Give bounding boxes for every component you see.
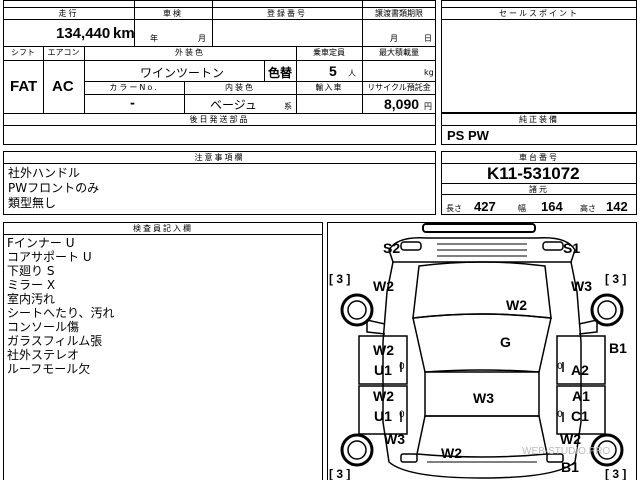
inspector-line: ルーフモール欠 [7, 362, 91, 376]
inspector-line: Fインナー U [7, 236, 75, 250]
color-no-label: カラーNo. [109, 83, 159, 92]
recycle-value: 8,090 [384, 96, 420, 112]
sales-point-label: セールスポイント [499, 9, 579, 18]
inspector-line: コンソール傷 [7, 320, 80, 334]
dims-label: 諸元 [529, 185, 549, 194]
inspector-line: ガラスフィルム張 [7, 334, 103, 348]
interior-color-value: ベージュ [210, 98, 257, 112]
shift-label: シフト [11, 48, 35, 57]
mark-zero: 0 [399, 362, 405, 372]
mileage-label: 走行 [58, 9, 79, 18]
damage-code-w2-rear-right: W2 [560, 431, 581, 447]
transfer-day-unit: 日 [424, 34, 432, 43]
capacity-label: 乗車定員 [313, 48, 345, 57]
exterior-color-value: ワインツートン [140, 66, 225, 80]
recycle-unit: 円 [424, 102, 432, 111]
import-label: 輸入車 [315, 83, 343, 92]
later-docs-label: 後日発送部品 [189, 115, 250, 124]
chassis-label: 車台番号 [519, 153, 559, 162]
damage-code-a2-right: A2 [571, 362, 589, 378]
damage-code-w2-hood: W2 [506, 297, 527, 313]
color-change-value: 色替 [268, 66, 293, 80]
width-label: 幅 [518, 204, 526, 213]
inspector-line: 社外ステレオ [7, 348, 80, 362]
caution-line: PWフロントのみ [8, 181, 100, 195]
caution-line: 社外ハンドル [8, 166, 81, 180]
caution-line: 類型無し [8, 196, 57, 210]
inspector-line: シートへたり、汚れ [7, 306, 115, 320]
width-value: 164 [541, 199, 563, 214]
recycle-label: リサイクル預託金 [367, 83, 431, 92]
length-label: 長さ [446, 204, 462, 213]
color-no-value: - [130, 96, 135, 110]
damage-code-s2: S2 [383, 240, 401, 256]
inspector-line: 室内汚れ [7, 292, 56, 306]
damage-code-u1-left-door1: U1 [374, 362, 392, 378]
damage-code-w3-rear-left: W3 [384, 431, 405, 447]
max-load-unit: kg [424, 68, 434, 77]
interior-color-suffix: 系 [284, 102, 292, 111]
damage-code-b1-right: B1 [609, 340, 627, 356]
damage-code-c1-right: C1 [571, 408, 589, 424]
max-load-label: 最大積載量 [379, 48, 419, 57]
damage-code-w3-front-right: W3 [571, 278, 592, 294]
mark-zero: 0 [557, 362, 563, 372]
mark-zero: 0 [557, 410, 563, 420]
inspector-line: 下廻り S [7, 264, 55, 278]
shift-value: FAT [10, 78, 38, 95]
damage-code-w2-left-door2: W2 [373, 388, 394, 404]
genuine-equipment-label: 純正装備 [519, 115, 559, 124]
inspection-month-unit: 月 [198, 34, 206, 43]
mileage-value: 134,440 [56, 25, 111, 42]
aircon-label: エアコン [47, 48, 80, 57]
aircon-value: AC [52, 78, 74, 95]
capacity-value: 5 [329, 63, 337, 79]
damage-code-w2-bottom: W2 [441, 445, 462, 461]
height-value: 142 [606, 199, 628, 214]
transfer-deadline-label: 譲渡書類期限 [375, 9, 423, 18]
interior-color-label: 内装色 [225, 83, 255, 92]
bracket-front-left: [ 3 ] [329, 272, 351, 286]
inspector-label: 検査員記入欄 [133, 224, 193, 233]
bracket-front-right: [ 3 ] [605, 272, 627, 286]
chassis-number: K11-531072 [487, 164, 580, 183]
genuine-equipment-value: PS PW [447, 128, 489, 143]
height-label: 高さ [580, 204, 596, 213]
inspector-line: コアサポート U [7, 250, 92, 264]
capacity-unit: 人 [348, 69, 356, 78]
exterior-color-label: 外装色 [175, 48, 205, 57]
bracket-rear-left: [ 3 ] [329, 467, 351, 480]
damage-code-w3-center: W3 [473, 390, 494, 406]
damage-code-w2-left-door1: W2 [373, 342, 394, 358]
caution-label: 注意事項欄 [194, 153, 245, 162]
damage-code-s1: S1 [563, 240, 581, 256]
registration-label: 登録番号 [267, 9, 307, 18]
inspection-year-unit: 年 [150, 34, 158, 43]
damage-code-a1-right: A1 [572, 388, 590, 404]
watermark: WEB-STUDIO.PRO [522, 446, 611, 457]
damage-code-u1-left-door2: U1 [374, 408, 392, 424]
damage-code-b1-bottom: B1 [561, 459, 579, 475]
inspector-line: ミラー X [7, 278, 56, 292]
mark-zero: 0 [399, 410, 405, 420]
length-value: 427 [474, 199, 496, 214]
inspection-label: 車検 [163, 9, 183, 18]
transfer-month-unit: 月 [390, 34, 398, 43]
mileage-unit: km [113, 25, 135, 42]
damage-code-w2-front-left: W2 [373, 278, 394, 294]
damage-code-g-roof: G [500, 334, 511, 350]
bracket-rear-right: [ 3 ] [605, 467, 627, 480]
